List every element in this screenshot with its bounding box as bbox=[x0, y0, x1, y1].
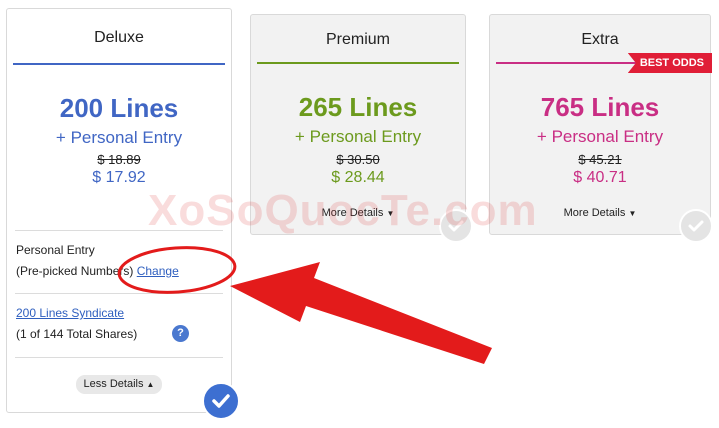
card-extra-lines: 765 Lines bbox=[540, 92, 660, 122]
red-arrow bbox=[230, 262, 492, 364]
prepicked-row: (Pre-picked Numbers) Change bbox=[16, 264, 179, 278]
card-deluxe-old-price: $ 18.89 bbox=[97, 152, 141, 167]
card-deluxe-price: $ 17.92 bbox=[92, 169, 146, 186]
less-details-label: Less Details bbox=[83, 378, 144, 390]
watermark-text: XoSoQuocTe.com bbox=[148, 186, 538, 235]
less-details-button[interactable]: Less Details ▲ bbox=[76, 375, 162, 394]
card-extra-price: $ 40.71 bbox=[573, 169, 627, 186]
syndicate-link[interactable]: 200 Lines Syndicate bbox=[16, 306, 124, 320]
card-deluxe-lines: 200 Lines bbox=[59, 93, 179, 123]
card-deluxe-entry: + Personal Entry bbox=[55, 128, 183, 147]
deluxe-divider-2 bbox=[15, 293, 223, 294]
check-icon bbox=[688, 220, 704, 232]
caret-up-icon: ▲ bbox=[146, 380, 155, 389]
card-premium-entry: + Personal Entry bbox=[294, 127, 422, 146]
caret-down-icon: ▼ bbox=[628, 209, 637, 218]
card-extra-entry: + Personal Entry bbox=[536, 127, 664, 146]
card-deluxe-rule bbox=[13, 63, 225, 65]
check-icon bbox=[212, 394, 230, 408]
change-link[interactable]: Change bbox=[137, 264, 179, 278]
deluxe-divider-3 bbox=[15, 357, 223, 358]
best-odds-badge: BEST ODDS bbox=[627, 53, 712, 73]
card-premium-rule bbox=[257, 62, 459, 64]
card-premium-price: $ 28.44 bbox=[331, 169, 385, 186]
extra-more-details-label: More Details bbox=[563, 207, 626, 219]
selected-check-icon[interactable] bbox=[202, 382, 240, 420]
shares-text: (1 of 144 Total Shares) bbox=[16, 327, 138, 341]
help-icon[interactable]: ? bbox=[172, 325, 189, 342]
card-deluxe-title: Deluxe bbox=[94, 29, 144, 46]
personal-entry-label: Personal Entry bbox=[16, 243, 95, 257]
card-premium-title: Premium bbox=[325, 31, 390, 48]
card-premium-old-price: $ 30.50 bbox=[336, 152, 380, 167]
card-premium-lines: 265 Lines bbox=[298, 92, 418, 122]
extra-select-check-icon[interactable] bbox=[679, 209, 713, 243]
prepicked-label: (Pre-picked Numbers) bbox=[16, 264, 134, 278]
card-extra-old-price: $ 45.21 bbox=[578, 152, 622, 167]
